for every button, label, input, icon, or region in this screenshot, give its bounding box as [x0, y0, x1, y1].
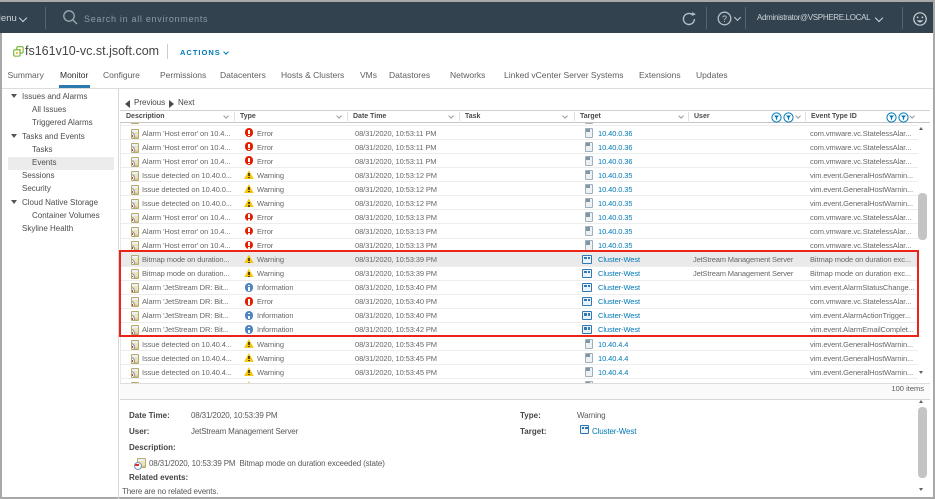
svg-text:?: ?	[722, 14, 727, 24]
